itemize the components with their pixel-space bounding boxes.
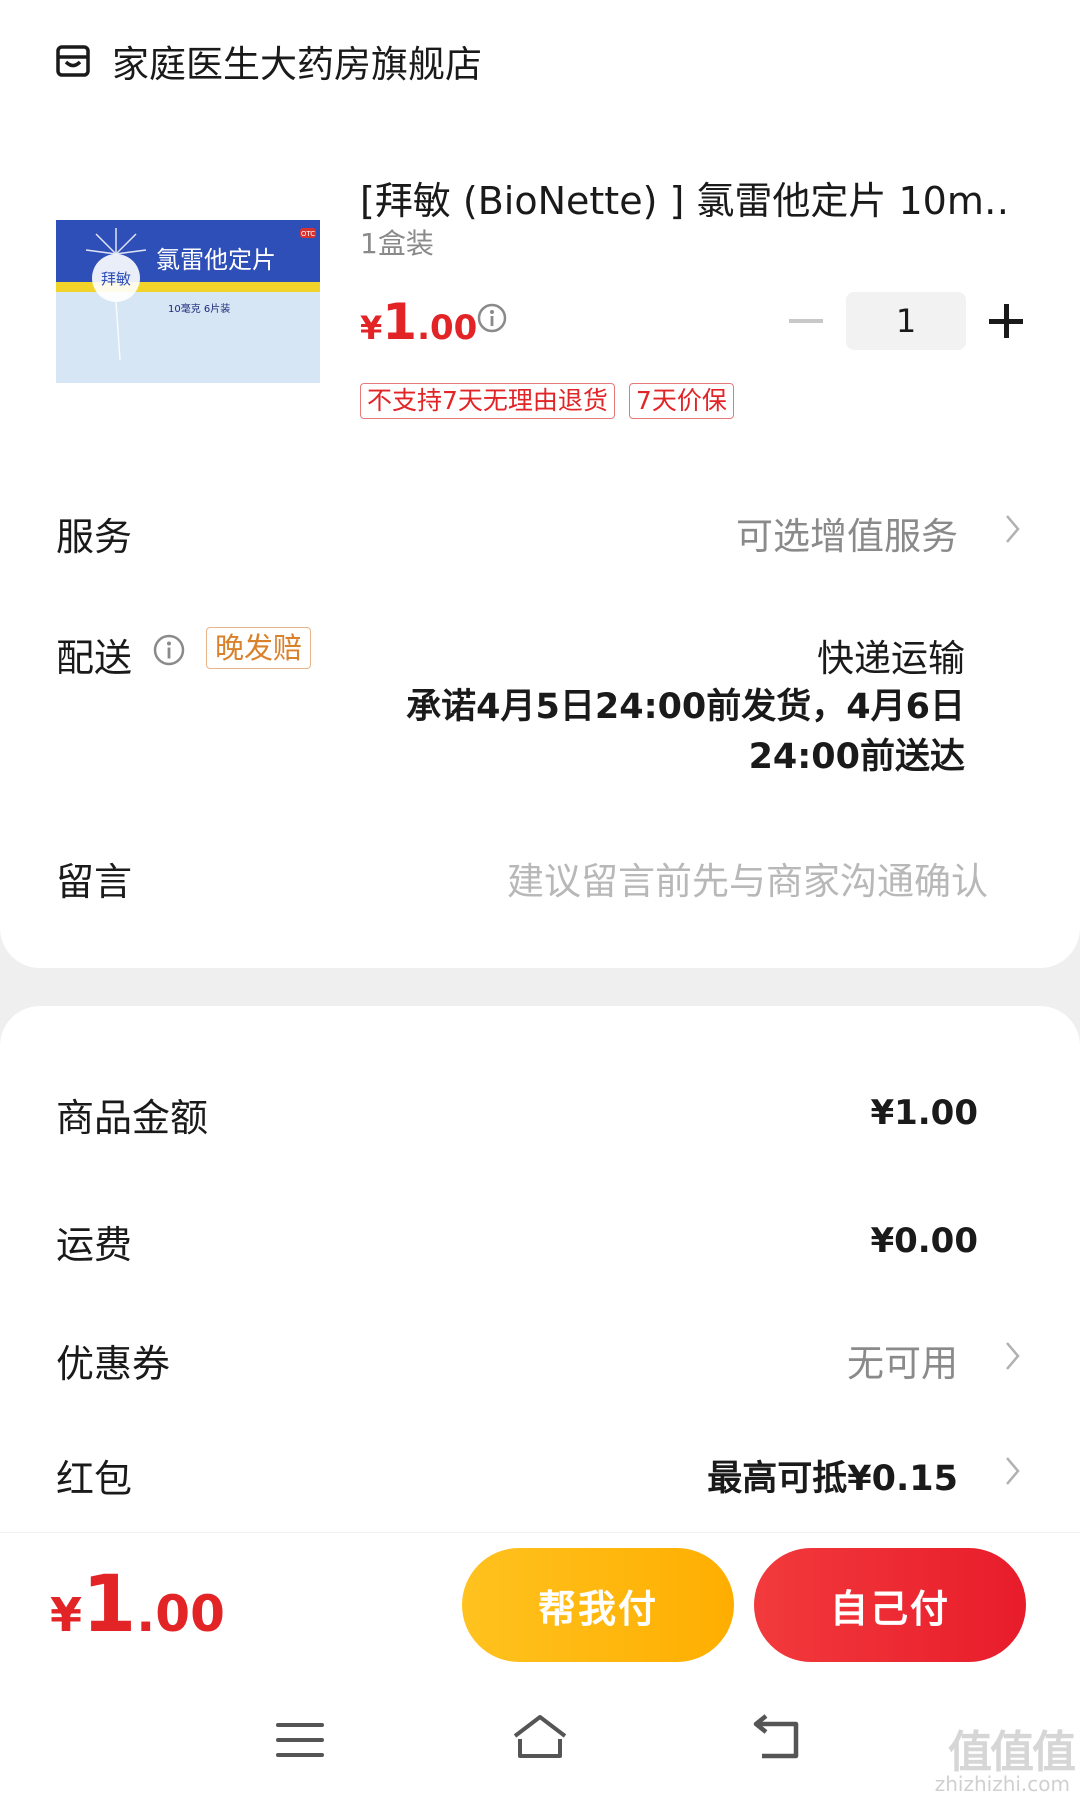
chevron-right-icon[interactable] bbox=[1004, 1455, 1022, 1487]
shipping-method: 快递运输 bbox=[817, 637, 965, 680]
freight-label: 运费 bbox=[56, 1223, 133, 1267]
home-icon[interactable] bbox=[510, 1712, 570, 1762]
product-price: ¥ 1 .00 bbox=[360, 293, 478, 351]
goods-amount-label: 商品金额 bbox=[56, 1096, 209, 1140]
order-card bbox=[0, 0, 1080, 968]
price-info-icon[interactable] bbox=[476, 302, 508, 334]
quantity-stepper: 1 bbox=[780, 292, 1032, 350]
late-compensation-tag: 晚发赔 bbox=[206, 627, 312, 669]
shipping-label: 配送 bbox=[56, 636, 133, 680]
back-icon[interactable] bbox=[752, 1714, 804, 1762]
help-me-pay-button[interactable]: 帮我付 bbox=[462, 1548, 734, 1662]
svg-text:氯雷他定片: 氯雷他定片 bbox=[156, 246, 276, 274]
message-label: 留言 bbox=[56, 860, 133, 904]
watermark: 值值值 bbox=[948, 1727, 1076, 1778]
shipping-promise: 承诺4月5日24:00前发货，4月6日24:00前送达 bbox=[406, 687, 965, 777]
no-return-tag: 不支持7天无理由退货 bbox=[360, 383, 615, 419]
menu-icon[interactable] bbox=[276, 1720, 324, 1760]
price-protect-tag: 7天价保 bbox=[628, 383, 734, 419]
shipping-info-icon[interactable] bbox=[152, 633, 186, 667]
product-image[interactable]: OTC 拜敏 氯雷他定片 10毫克 6片装 bbox=[56, 220, 320, 383]
chevron-right-icon[interactable] bbox=[1004, 1340, 1022, 1372]
svg-text:拜敏: 拜敏 bbox=[101, 270, 131, 288]
store-icon bbox=[56, 45, 90, 77]
svg-text:10毫克 6片装: 10毫克 6片装 bbox=[168, 302, 230, 315]
redpacket-label: 红包 bbox=[56, 1457, 133, 1501]
svg-text:OTC: OTC bbox=[301, 230, 315, 238]
redpacket-value[interactable]: 最高可抵¥0.15 bbox=[707, 1450, 958, 1501]
quantity-decrease-button[interactable] bbox=[780, 295, 832, 347]
total-price: ¥ 1 .00 bbox=[50, 1560, 225, 1650]
product-tags: 不支持7天无理由退货 7天价保 bbox=[360, 383, 748, 419]
goods-amount-value: ¥1.00 bbox=[870, 1093, 978, 1133]
quantity-increase-button[interactable] bbox=[980, 295, 1032, 347]
store-name: 家庭医生大药房旗舰店 bbox=[112, 43, 482, 86]
freight-value: ¥0.00 bbox=[870, 1221, 978, 1261]
product-spec: 1盒装 bbox=[360, 227, 434, 260]
service-label: 服务 bbox=[56, 515, 133, 559]
coupon-label: 优惠券 bbox=[56, 1342, 171, 1386]
chevron-right-icon[interactable] bbox=[1004, 513, 1022, 545]
service-value[interactable]: 可选增值服务 bbox=[736, 506, 958, 560]
quantity-input[interactable]: 1 bbox=[846, 292, 966, 350]
product-title[interactable]: [拜敏 (BioNette) ] 氯雷他定片 10m… bbox=[360, 170, 1010, 225]
message-input[interactable]: 建议留言前先与商家沟通确认 bbox=[507, 851, 988, 905]
watermark-url: zhizhizhi.com bbox=[934, 1772, 1070, 1796]
pay-myself-button[interactable]: 自己付 bbox=[754, 1548, 1026, 1662]
coupon-value[interactable]: 无可用 bbox=[847, 1333, 958, 1387]
store-header[interactable]: 家庭医生大药房旗舰店 bbox=[56, 36, 482, 86]
